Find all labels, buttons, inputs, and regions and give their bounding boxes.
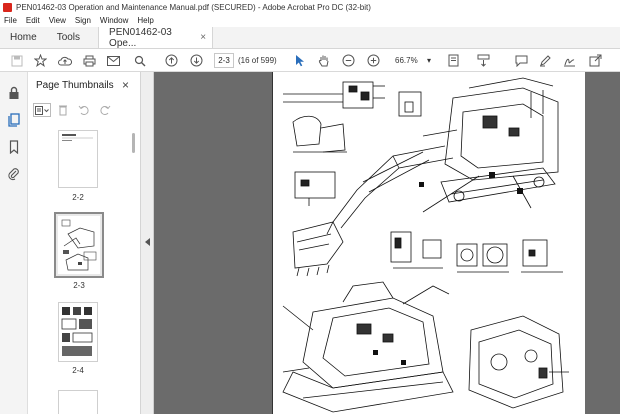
next-page-edge xyxy=(585,72,620,414)
bookmark-star-icon[interactable] xyxy=(33,53,48,68)
share-icon[interactable] xyxy=(588,53,603,68)
window-title: PEN01462-03 Operation and Maintenance Ma… xyxy=(16,2,371,12)
attachment-icon[interactable] xyxy=(7,167,21,181)
menu-sign[interactable]: Sign xyxy=(75,16,91,25)
menu-help[interactable]: Help xyxy=(137,16,153,25)
highlight-pen-icon[interactable] xyxy=(538,53,553,68)
previous-page-edge xyxy=(154,72,272,414)
panel-close-icon[interactable]: × xyxy=(122,78,129,92)
thumbnail-page[interactable] xyxy=(58,302,98,362)
menu-bar: File Edit View Sign Window Help xyxy=(0,14,620,27)
search-icon[interactable] xyxy=(132,53,147,68)
comment-icon[interactable] xyxy=(514,53,529,68)
tab-document-label: PEN01462-03 Ope... xyxy=(109,26,172,49)
panel-scrollbar[interactable] xyxy=(132,133,135,153)
delete-pages-icon[interactable] xyxy=(54,103,72,117)
panel-title: Page Thumbnails xyxy=(36,80,114,91)
toolbar xyxy=(0,49,620,72)
thumbnail-page[interactable] xyxy=(58,390,98,414)
thumbnail-page[interactable] xyxy=(58,130,98,188)
zoom-dropdown[interactable]: 66.7% ▾ xyxy=(392,53,434,68)
chevron-down-icon: ▾ xyxy=(426,56,431,65)
title-bar: PEN01462-03 Operation and Maintenance Ma… xyxy=(0,0,620,14)
previous-page-icon[interactable] xyxy=(164,53,179,68)
document-page xyxy=(272,72,585,414)
upload-cloud-icon[interactable] xyxy=(57,53,72,68)
page-count: (16 of 599) xyxy=(238,56,277,65)
lock-icon[interactable] xyxy=(7,86,21,100)
thumbnail-label: 2-3 xyxy=(73,281,85,290)
next-page-icon[interactable] xyxy=(189,53,204,68)
thumbnail-preview xyxy=(62,134,93,141)
tab-tools[interactable]: Tools xyxy=(47,27,90,48)
print-icon[interactable] xyxy=(82,53,97,68)
bookmark-icon[interactable] xyxy=(7,140,21,155)
thumbnail-label: 2-2 xyxy=(72,193,84,202)
tab-document[interactable]: PEN01462-03 Ope... × xyxy=(98,26,214,49)
select-cursor-icon[interactable] xyxy=(292,53,307,68)
thumbnail-preview xyxy=(61,307,93,356)
menu-edit[interactable]: Edit xyxy=(26,16,40,25)
thumbnail-options-icon[interactable] xyxy=(33,103,51,117)
tab-close-icon[interactable]: × xyxy=(200,32,206,43)
tab-bar: Home Tools PEN01462-03 Ope... × xyxy=(0,27,620,49)
thumbnail-label: 2-4 xyxy=(72,366,84,375)
tab-home[interactable]: Home xyxy=(0,27,47,48)
page-number-input[interactable]: 2-3 xyxy=(214,53,234,68)
sign-icon[interactable] xyxy=(562,53,577,68)
save-icon[interactable] xyxy=(9,53,24,68)
zoom-out-icon[interactable] xyxy=(341,53,356,68)
menu-file[interactable]: File xyxy=(4,16,17,25)
page-illustration xyxy=(282,77,569,413)
menu-window[interactable]: Window xyxy=(100,16,128,25)
scroll-mode-icon[interactable] xyxy=(476,53,491,68)
email-icon[interactable] xyxy=(106,53,121,68)
page-thumbnails-icon[interactable] xyxy=(7,113,21,127)
fit-page-icon[interactable] xyxy=(446,53,461,68)
document-viewer[interactable] xyxy=(154,72,620,414)
zoom-value: 66.7% xyxy=(395,56,418,65)
zoom-in-icon[interactable] xyxy=(366,53,381,68)
thumbnail-preview xyxy=(58,216,100,274)
acrobat-app-icon xyxy=(3,2,12,12)
thumbnail-page-selected[interactable] xyxy=(54,212,104,278)
rotate-left-icon[interactable] xyxy=(75,103,93,117)
page-thumbnails-panel: Page Thumbnails × 2-2 2-3 2-4 xyxy=(29,72,141,414)
collapse-panel-icon[interactable] xyxy=(145,238,150,246)
hand-tool-icon[interactable] xyxy=(316,53,331,68)
menu-view[interactable]: View xyxy=(49,16,66,25)
panel-toolbar xyxy=(33,102,117,118)
rotate-right-icon[interactable] xyxy=(96,103,114,117)
left-navigation-rail xyxy=(0,72,28,414)
